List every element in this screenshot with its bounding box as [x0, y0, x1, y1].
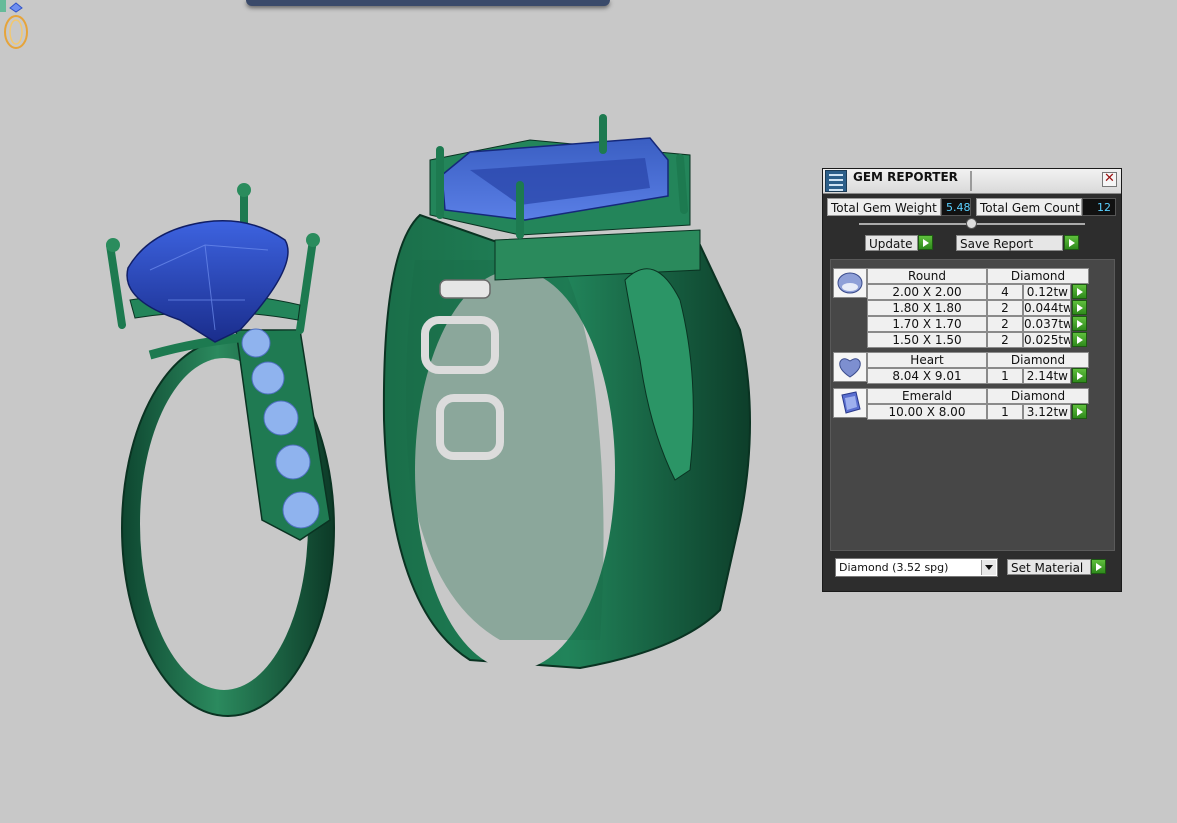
table-row-size: 1.70 X 1.70: [867, 316, 987, 332]
table-row-count: 4: [987, 284, 1023, 300]
emerald-gem-icon[interactable]: [833, 388, 867, 418]
row-go-icon[interactable]: [1072, 368, 1087, 383]
gem-list: Round Diamond 2.00 X 2.00 4 0.12tw 1.80 …: [830, 259, 1115, 551]
update-button[interactable]: Update: [865, 235, 918, 251]
total-gem-weight-label: Total Gem Weight: [827, 198, 941, 216]
table-row-size: 1.80 X 1.80: [867, 300, 987, 316]
gem-reporter-icon: [825, 170, 847, 192]
table-row-size: 8.04 X 9.01: [867, 368, 987, 384]
table-row-weight: 0.025tw: [1023, 332, 1071, 348]
panel-titlebar[interactable]: GEM REPORTER ✕: [823, 169, 1121, 194]
row-go-icon[interactable]: [1072, 404, 1087, 419]
heart-solitaire-ring: [106, 183, 335, 717]
row-go-icon[interactable]: [1072, 332, 1087, 347]
row-go-icon[interactable]: [1072, 316, 1087, 331]
material-select-value: Diamond (3.52 spg): [839, 561, 949, 574]
slider-handle[interactable]: [966, 218, 977, 229]
table-row-size: 1.50 X 1.50: [867, 332, 987, 348]
group-shape: Round: [867, 268, 987, 284]
table-row-count: 1: [987, 368, 1023, 384]
panel-title: GEM REPORTER: [853, 170, 958, 184]
close-icon[interactable]: ✕: [1102, 172, 1117, 187]
group-material: Diamond: [987, 352, 1089, 368]
table-row-count: 1: [987, 404, 1023, 420]
chevron-down-icon[interactable]: [981, 560, 996, 575]
set-material-button[interactable]: Set Material: [1007, 559, 1091, 575]
table-row-size: 2.00 X 2.00: [867, 284, 987, 300]
gem-reporter-panel: GEM REPORTER ✕ Total Gem Weight 5.48 Tot…: [822, 168, 1122, 592]
row-go-icon[interactable]: [1072, 300, 1087, 315]
save-report-button[interactable]: Save Report: [956, 235, 1063, 251]
set-material-go-icon[interactable]: [1091, 559, 1106, 574]
table-row-weight: 2.14tw: [1023, 368, 1071, 384]
group-shape: Emerald: [867, 388, 987, 404]
ring-logo-icon[interactable]: [0, 0, 32, 50]
group-material: Diamond: [987, 388, 1089, 404]
table-row-count: 2: [987, 332, 1023, 348]
table-row-count: 2: [987, 316, 1023, 332]
table-row-size: 10.00 X 8.00: [867, 404, 987, 420]
table-row-weight: 3.12tw: [1023, 404, 1071, 420]
emerald-cut-signet-ring: [382, 114, 751, 670]
group-shape: Heart: [867, 352, 987, 368]
group-material: Diamond: [987, 268, 1089, 284]
table-row-weight: 0.12tw: [1023, 284, 1071, 300]
save-report-go-icon[interactable]: [1064, 235, 1079, 250]
titlebar-divider: [970, 171, 972, 191]
table-row-weight: 0.044tw: [1023, 300, 1071, 316]
table-row-count: 2: [987, 300, 1023, 316]
heart-gem-icon[interactable]: [833, 352, 867, 382]
row-go-icon[interactable]: [1072, 284, 1087, 299]
table-row-weight: 0.037tw: [1023, 316, 1071, 332]
total-gem-count-value: 12: [1082, 198, 1116, 216]
update-go-icon[interactable]: [918, 235, 933, 250]
material-select[interactable]: Diamond (3.52 spg): [835, 558, 998, 577]
total-gem-weight-value: 5.48: [941, 198, 971, 216]
round-gem-icon[interactable]: [833, 268, 867, 298]
total-gem-count-label: Total Gem Count: [976, 198, 1082, 216]
